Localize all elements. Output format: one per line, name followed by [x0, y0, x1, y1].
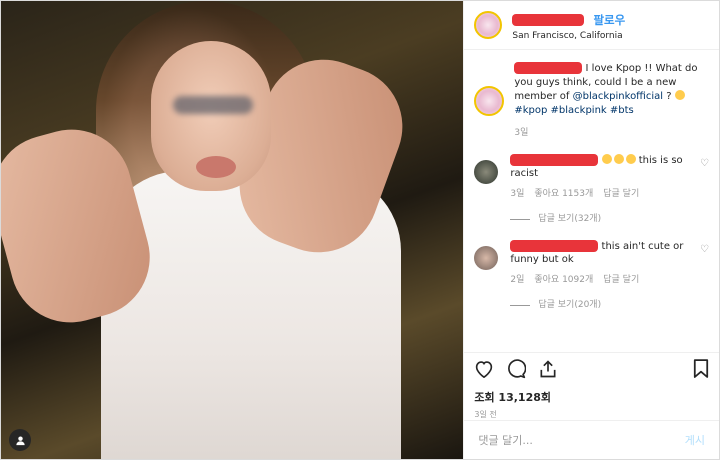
instagram-post: 팔로우 San Francisco, California I love Kpo…: [0, 0, 720, 460]
redacted-username[interactable]: [512, 13, 585, 26]
comment-heart-icon[interactable]: ♡: [697, 244, 709, 312]
post-media[interactable]: [1, 1, 464, 459]
post-location[interactable]: San Francisco, California: [512, 31, 625, 41]
replies-divider: [510, 219, 531, 220]
caption: I love Kpop !! What do you guys think, c…: [514, 62, 709, 140]
astonished-emoji-icon: [601, 154, 612, 164]
comment-body: this ain't cute or funny but ok 2일 좋아요 1…: [510, 240, 697, 312]
heart-icon[interactable]: [474, 359, 494, 383]
caption-author-avatar[interactable]: [474, 86, 505, 116]
view-replies[interactable]: 답글 보기(32개): [510, 213, 697, 226]
follow-button[interactable]: 팔로우: [593, 13, 625, 27]
astonished-emoji-icon: [625, 154, 636, 164]
comment-input[interactable]: 댓글 달기...: [478, 432, 532, 448]
comment-meta: 3일 좋아요 1153개 답글 달기: [510, 188, 697, 201]
redacted-username[interactable]: [510, 240, 599, 252]
bookmark-icon[interactable]: [693, 358, 709, 384]
media-blurred-eyes: [173, 96, 253, 114]
media-lips: [196, 156, 236, 178]
comment-body: this is so racist 3일 좋아요 1153개 답글 달기 답글 …: [510, 154, 697, 226]
replies-divider: [510, 305, 531, 306]
comment-likes[interactable]: 좋아요 1092개: [534, 274, 593, 287]
caption-time[interactable]: 3일: [514, 126, 709, 140]
redacted-username[interactable]: [510, 154, 599, 166]
comment-time[interactable]: 3일: [510, 188, 524, 201]
commenter-avatar[interactable]: [474, 246, 499, 270]
comment-item: this ain't cute or funny but ok 2일 좋아요 1…: [474, 240, 709, 312]
post-comment-button[interactable]: 게시: [685, 432, 705, 448]
commenter-avatar[interactable]: [474, 160, 499, 184]
comment-icon[interactable]: [506, 358, 527, 384]
view-replies[interactable]: 답글 보기(20개): [510, 299, 697, 312]
comment-time[interactable]: 2일: [510, 274, 524, 287]
comments-panel[interactable]: I love Kpop !! What do you guys think, c…: [464, 50, 719, 352]
comment-item: this is so racist 3일 좋아요 1153개 답글 달기 답글 …: [474, 154, 709, 226]
post-age[interactable]: 3일 전: [464, 405, 719, 420]
add-comment-bar: 댓글 달기... 게시: [464, 420, 719, 459]
view-count[interactable]: 조회 13,128회: [464, 389, 719, 405]
reply-button[interactable]: 답글 달기: [603, 188, 639, 201]
post-sidebar: 팔로우 San Francisco, California I love Kpo…: [463, 1, 719, 459]
caption-after: ?: [666, 91, 672, 102]
comment-heart-icon[interactable]: ♡: [697, 158, 709, 226]
astonished-emoji-icon: [613, 154, 624, 164]
caption-row: I love Kpop !! What do you guys think, c…: [474, 50, 709, 140]
action-bar: [464, 352, 719, 389]
author-meta: 팔로우 San Francisco, California: [512, 9, 625, 41]
author-avatar[interactable]: [474, 11, 503, 39]
view-replies-label[interactable]: 답글 보기(32개): [538, 213, 601, 226]
reply-button[interactable]: 답글 달기: [603, 274, 639, 287]
grinning-emoji-icon: [674, 90, 685, 100]
caption-mention[interactable]: @blackpinkofficial: [573, 91, 663, 102]
comment-meta: 2일 좋아요 1092개 답글 달기: [510, 274, 697, 287]
view-replies-label[interactable]: 답글 보기(20개): [538, 299, 601, 312]
comment-likes[interactable]: 좋아요 1153개: [534, 188, 593, 201]
post-header: 팔로우 San Francisco, California: [464, 1, 719, 50]
share-icon[interactable]: [538, 359, 558, 384]
user-tag-icon[interactable]: [9, 429, 31, 451]
caption-hashtags[interactable]: #kpop #blackpink #bts: [514, 105, 633, 116]
redacted-username[interactable]: [514, 62, 583, 74]
